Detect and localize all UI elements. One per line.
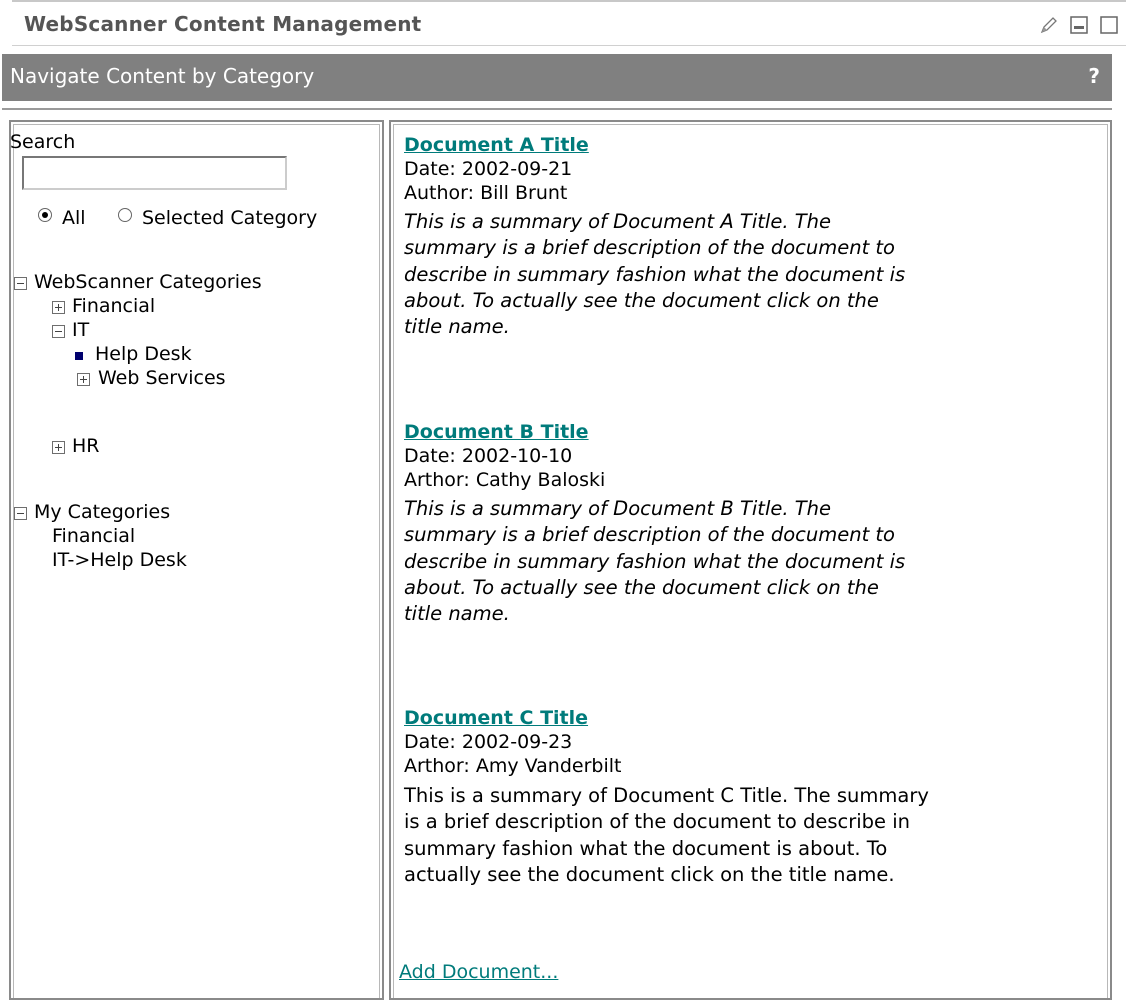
document-date: Date: 2002-09-21 [404, 158, 573, 180]
document-author: Arthor: Cathy Baloski [404, 469, 606, 491]
portlet-title-bar: WebScanner Content Management [12, 0, 1126, 46]
document-title-link[interactable]: Document B Title [404, 420, 589, 444]
search-label: Search [10, 131, 76, 153]
radio-all-label[interactable]: All [62, 206, 86, 230]
radio-selected-category-label[interactable]: Selected Category [142, 206, 317, 230]
expand-icon[interactable] [52, 301, 65, 314]
document-author: Arthor: Amy Vanderbilt [404, 755, 622, 777]
document-date: Date: 2002-09-23 [404, 731, 573, 753]
tree-node-it[interactable]: IT [72, 318, 89, 342]
portlet-title: WebScanner Content Management [24, 12, 422, 36]
document-summary: This is a summary of Document B Title. T… [404, 497, 906, 626]
tree-node-financial[interactable]: Financial [72, 294, 155, 318]
radio-selected-category[interactable] [118, 208, 132, 222]
pencil-icon[interactable] [1038, 14, 1060, 36]
tree-node-web-services[interactable]: Web Services [98, 366, 226, 390]
tree-node-hr[interactable]: HR [72, 434, 100, 458]
tree-node-my-categories[interactable]: My Categories [34, 500, 170, 524]
collapse-icon[interactable] [14, 507, 27, 520]
document-date: Date: 2002-10-10 [404, 445, 573, 467]
minimize-icon[interactable] [1068, 14, 1090, 36]
document-summary: This is a summary of Document A Title. T… [404, 210, 906, 339]
divider [2, 108, 1112, 110]
nav-title: Navigate Content by Category [10, 64, 315, 88]
my-category-item[interactable]: IT->Help Desk [52, 548, 187, 572]
document-title-link[interactable]: Document C Title [404, 706, 588, 730]
radio-all[interactable] [38, 208, 52, 222]
collapse-icon[interactable] [14, 277, 27, 290]
my-category-item[interactable]: Financial [52, 524, 135, 548]
expand-icon[interactable] [52, 441, 65, 454]
document-author: Author: Bill Brunt [404, 182, 568, 204]
selected-bullet-icon [75, 352, 83, 360]
add-document-link[interactable]: Add Document... [399, 960, 558, 984]
help-button[interactable]: ? [1088, 64, 1100, 88]
maximize-icon[interactable] [1098, 14, 1120, 36]
tree-node-help-desk[interactable]: Help Desk [95, 342, 192, 366]
document-summary: This is a summary of Document C Title. T… [404, 784, 929, 886]
category-nav-header: Navigate Content by Category ? [2, 54, 1112, 101]
search-input[interactable] [22, 156, 287, 190]
collapse-icon[interactable] [52, 325, 65, 338]
tree-node-webscanner-categories[interactable]: WebScanner Categories [34, 270, 262, 294]
document-title-link[interactable]: Document A Title [404, 133, 589, 157]
expand-icon[interactable] [77, 373, 90, 386]
